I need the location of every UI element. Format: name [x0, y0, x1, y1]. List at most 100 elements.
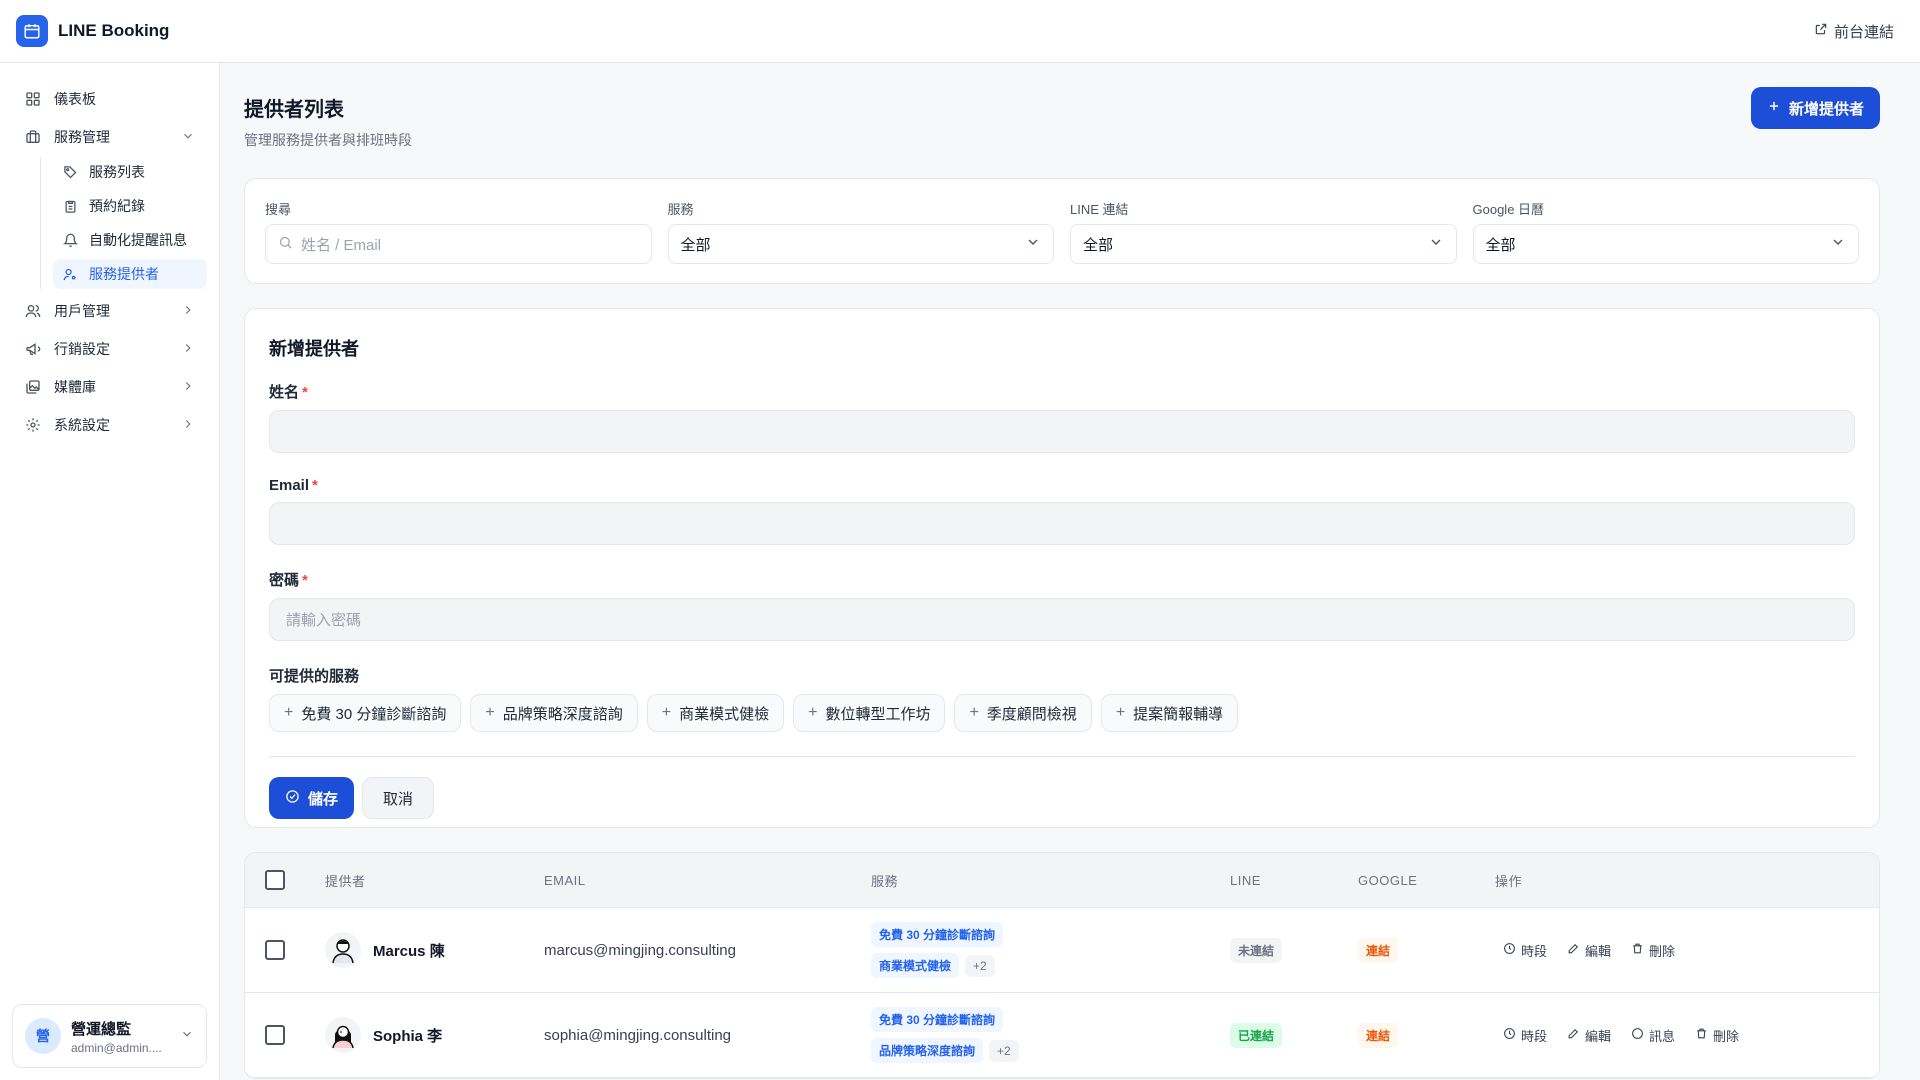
delete-button[interactable]: 刪除 — [1695, 1026, 1739, 1045]
search-input[interactable]: 姓名 / Email — [265, 224, 652, 264]
chevron-right-icon — [181, 303, 195, 320]
provider-email: sophia@mingjing.consulting — [544, 1026, 732, 1044]
sidebar-item-label: 行銷設定 — [54, 341, 110, 357]
provider-name: Marcus 陳 — [373, 942, 445, 960]
grid-icon — [24, 90, 42, 108]
form-title: 新增提供者 — [269, 339, 359, 359]
page-subtitle: 管理服務提供者與排班時段 — [244, 132, 412, 148]
password-field[interactable]: 請輸入密碼 — [269, 598, 1855, 641]
add-provider-button[interactable]: 新增提供者 — [1750, 87, 1880, 129]
more-services-badge: +2 — [989, 1039, 1019, 1062]
providers-table: 提供者 EMAIL 服務 LINE GOOGLE 操作 Marcus 陳 mar… — [244, 852, 1880, 1079]
service-tag: 品牌策略深度諮詢 — [871, 1038, 984, 1063]
service-filter-select[interactable]: 全部 — [667, 224, 1054, 264]
row-checkbox[interactable] — [265, 1025, 285, 1045]
line-filter-value: 全部 — [1083, 236, 1114, 254]
clipboard-icon — [63, 198, 79, 214]
sidebar-item-user-management[interactable]: 用戶管理 — [12, 295, 207, 327]
sidebar-item-service-management[interactable]: 服務管理 — [12, 121, 207, 153]
sidebar-item-booking-records[interactable]: 預約紀錄 — [53, 191, 207, 221]
trash-icon — [1695, 1027, 1708, 1043]
service-tag: 商業模式健檢 — [871, 953, 960, 978]
briefcase-icon — [24, 128, 42, 146]
external-link-icon — [1814, 22, 1828, 40]
service-chip[interactable]: + 品牌策略深度諮詢 — [470, 694, 638, 732]
password-placeholder: 請輸入密碼 — [286, 612, 362, 629]
header-actions: 操作 — [1495, 873, 1523, 889]
header-email: EMAIL — [544, 872, 586, 888]
edit-button[interactable]: 編輯 — [1567, 1026, 1611, 1045]
chevron-right-icon — [181, 379, 195, 396]
images-icon — [24, 378, 42, 396]
calendar-icon — [16, 15, 48, 47]
service-chip[interactable]: + 季度顧問檢視 — [954, 694, 1092, 732]
service-chip[interactable]: + 商業模式健檢 — [646, 694, 785, 732]
plus-icon: + — [808, 704, 818, 721]
sidebar-item-label: 預約紀錄 — [89, 198, 145, 214]
email-label: Email * — [269, 477, 318, 494]
user-name: 營運總監 — [71, 1020, 132, 1038]
line-filter-label: LINE 連結 — [1070, 202, 1129, 217]
clock-icon — [1503, 1027, 1516, 1043]
sidebar: 儀表板 服務管理 服務列表 預約紀錄 自動化提醒訊息 服務提供者 用戶管理 行銷… — [0, 63, 220, 1080]
sidebar-item-media[interactable]: 媒體庫 — [12, 371, 207, 403]
sidebar-item-label: 服務管理 — [54, 129, 110, 145]
google-status-badge[interactable]: 連結 — [1358, 937, 1399, 963]
chevron-down-icon — [1428, 234, 1444, 254]
google-filter-select[interactable]: 全部 — [1472, 224, 1859, 264]
message-icon — [1631, 1027, 1644, 1043]
sidebar-item-label: 媒體庫 — [54, 379, 96, 395]
edit-button[interactable]: 編輯 — [1567, 941, 1611, 960]
save-button[interactable]: 儲存 — [269, 777, 355, 819]
sidebar-item-marketing[interactable]: 行銷設定 — [12, 333, 207, 365]
service-filter-value: 全部 — [680, 236, 711, 254]
service-chip[interactable]: + 數位轉型工作坊 — [793, 694, 946, 732]
search-icon — [278, 235, 293, 254]
front-link[interactable]: 前台連結 — [1814, 21, 1904, 42]
name-field[interactable] — [269, 410, 1855, 453]
password-label: 密碼 * — [269, 572, 308, 589]
provider-email: marcus@mingjing.consulting — [544, 941, 736, 959]
schedule-button[interactable]: 時段 — [1503, 941, 1547, 960]
sidebar-item-dashboard[interactable]: 儀表板 — [12, 83, 207, 115]
row-checkbox[interactable] — [265, 940, 285, 960]
check-circle-icon — [285, 789, 300, 808]
sidebar-item-label: 自動化提醒訊息 — [89, 232, 187, 248]
sidebar-item-providers[interactable]: 服務提供者 — [53, 259, 207, 289]
services-label: 可提供的服務 — [269, 668, 360, 685]
google-status-badge[interactable]: 連結 — [1358, 1022, 1399, 1048]
filter-panel: 搜尋 姓名 / Email 服務 全部 LINE 連結 全部 Google 日曆… — [244, 178, 1880, 284]
user-email: admin@admin.... — [71, 1040, 162, 1055]
sidebar-item-service-list[interactable]: 服務列表 — [53, 157, 207, 187]
delete-button[interactable]: 刪除 — [1631, 941, 1675, 960]
provider-name: Sophia 李 — [373, 1027, 443, 1045]
sidebar-item-auto-reminders[interactable]: 自動化提醒訊息 — [53, 225, 207, 255]
header-google: GOOGLE — [1358, 872, 1418, 888]
cancel-button[interactable]: 取消 — [362, 777, 435, 819]
plus-icon: + — [969, 704, 979, 721]
user-menu[interactable]: 營 營運總監 admin@admin.... — [12, 1004, 207, 1068]
chevron-down-icon — [180, 1027, 194, 1045]
front-link-label: 前台連結 — [1833, 23, 1894, 41]
sidebar-item-settings[interactable]: 系統設定 — [12, 409, 207, 441]
line-filter-select[interactable]: 全部 — [1070, 224, 1457, 264]
edit-icon — [1567, 942, 1580, 958]
trash-icon — [1631, 942, 1644, 958]
service-filter-label: 服務 — [667, 202, 694, 217]
line-status-badge: 已連結 — [1230, 1022, 1283, 1048]
app-title: LINE Booking — [58, 21, 170, 40]
plus-icon: + — [485, 704, 495, 721]
header-line: LINE — [1230, 872, 1261, 888]
avatar — [325, 1017, 361, 1053]
service-chip[interactable]: + 免費 30 分鐘診斷諮詢 — [269, 694, 462, 732]
schedule-button[interactable]: 時段 — [1503, 1026, 1547, 1045]
email-field[interactable] — [269, 502, 1855, 545]
service-chip[interactable]: + 提案簡報輔導 — [1100, 694, 1239, 732]
service-submenu: 服務列表 預約紀錄 自動化提醒訊息 服務提供者 — [40, 157, 207, 289]
avatar — [325, 932, 361, 968]
message-button[interactable]: 訊息 — [1631, 1026, 1675, 1045]
google-filter-value: 全部 — [1485, 236, 1516, 254]
chevron-down-icon — [1830, 234, 1846, 254]
top-bar: LINE Booking 前台連結 — [0, 0, 1920, 63]
select-all-checkbox[interactable] — [265, 870, 285, 890]
